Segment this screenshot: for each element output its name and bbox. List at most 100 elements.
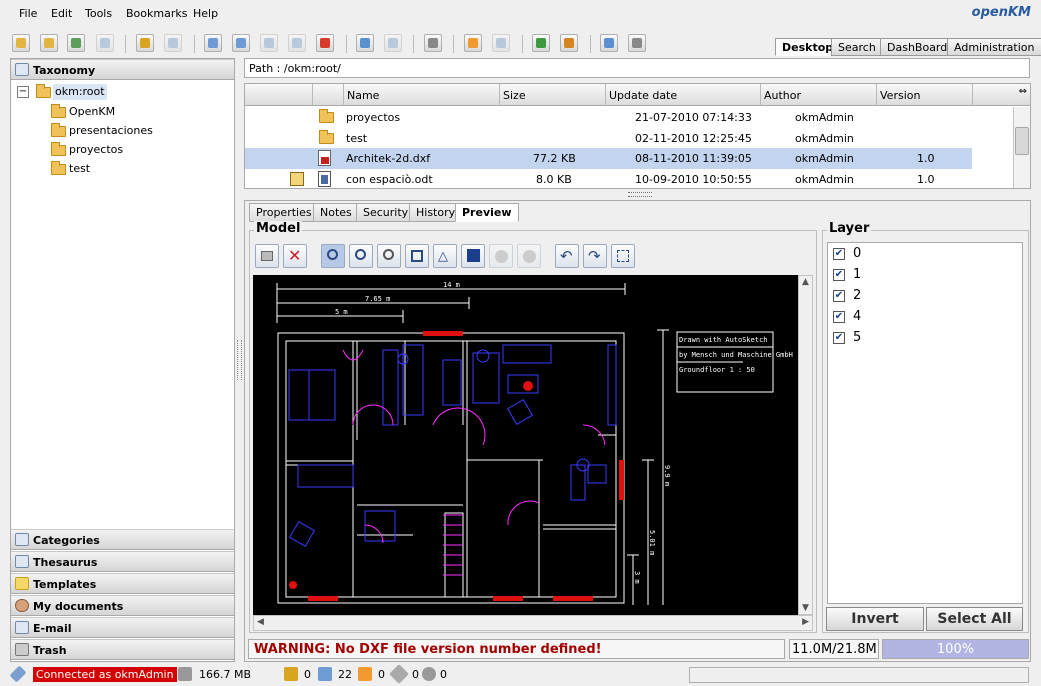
tab-search[interactable]: Search — [831, 38, 883, 56]
taxonomy-header[interactable]: Taxonomy — [11, 59, 234, 80]
refresh-icon[interactable] — [532, 34, 550, 52]
collapse-toggle-icon[interactable]: − — [17, 86, 29, 98]
zoom-window-icon[interactable] — [377, 244, 401, 268]
trash-label: Trash — [33, 644, 67, 657]
home-view-icon[interactable] — [461, 244, 485, 268]
scroll-thumb[interactable] — [1015, 127, 1029, 155]
select-all-button[interactable]: Select All — [926, 607, 1023, 631]
preview-horizontal-scrollbar[interactable]: ◀ ▶ — [253, 615, 813, 631]
remove-subscription-icon[interactable] — [492, 34, 510, 52]
column-header-name[interactable]: Name — [344, 84, 500, 106]
tree-root[interactable]: okm:root — [53, 84, 107, 100]
tab-preview[interactable]: Preview — [455, 203, 519, 222]
templates-header[interactable]: Templates — [11, 573, 234, 594]
dxf-preview-canvas[interactable]: 14 m 7.65 m 5 m Drawn with AutoSketch by… — [253, 275, 798, 615]
print-icon[interactable] — [255, 244, 279, 268]
invert-button[interactable]: Invert — [826, 607, 924, 631]
my-documents-header[interactable]: My documents — [11, 595, 234, 616]
zoom-previous-icon[interactable]: △ — [433, 244, 457, 268]
taxonomy-icon — [15, 63, 29, 76]
column-header-blank2[interactable] — [313, 84, 344, 106]
table-scrollbar[interactable] — [1013, 107, 1030, 188]
status-message-area — [689, 667, 1029, 683]
subscription-icon[interactable] — [358, 667, 372, 681]
trash-header[interactable]: Trash — [11, 639, 234, 660]
tree-item-presentaciones[interactable]: presentaciones — [69, 123, 153, 139]
unlock-icon[interactable] — [164, 34, 182, 52]
table-row[interactable]: con espaciò.odt 8.0 KB 10-09-2010 10:50:… — [245, 169, 972, 188]
scroll-right-icon[interactable]: ▶ — [802, 617, 809, 627]
zoom-extents-icon[interactable] — [405, 244, 429, 268]
menu-edit[interactable]: Edit — [51, 7, 72, 20]
column-header-author[interactable]: Author — [761, 84, 877, 106]
email-header[interactable]: E-mail — [11, 617, 234, 638]
workflow-icon[interactable] — [424, 34, 442, 52]
splitter-handle[interactable] — [237, 340, 242, 380]
checkbox-checked-icon[interactable]: ✔ — [833, 332, 845, 344]
tab-administration[interactable]: Administration — [947, 38, 1041, 56]
table-row[interactable]: proyectos 21-07-2010 07:14:33 okmAdmin — [245, 107, 972, 128]
path-field[interactable]: Path : /okm:root/ — [244, 58, 1030, 78]
preview-vertical-scrollbar[interactable]: ▲ ▼ — [798, 275, 813, 615]
tab-properties[interactable]: Properties — [249, 203, 319, 222]
lock-icon[interactable] — [284, 667, 298, 681]
scanner-icon[interactable] — [600, 34, 618, 52]
menu-bookmarks[interactable]: Bookmarks — [126, 7, 187, 20]
tab-security[interactable]: Security — [356, 203, 416, 222]
checkbox-checked-icon[interactable]: ✔ — [833, 290, 845, 302]
zoom-in-icon[interactable] — [321, 244, 345, 268]
fit-icon[interactable] — [611, 244, 635, 268]
menu-bar: File Edit Tools Bookmarks Help openKM — [0, 0, 1041, 26]
close-icon[interactable]: ✕ — [283, 244, 307, 268]
column-header-size[interactable]: Size — [500, 84, 606, 106]
column-header-blank1[interactable] — [245, 84, 313, 106]
checkbox-checked-icon[interactable]: ✔ — [833, 248, 845, 260]
model-legend: Model — [254, 221, 303, 236]
toolbar-separator — [522, 35, 523, 53]
zoom-out-icon[interactable] — [349, 244, 373, 268]
checkin-icon[interactable] — [260, 34, 278, 52]
thesaurus-label: Thesaurus — [33, 556, 98, 569]
tree-item-test[interactable]: test — [69, 161, 90, 177]
uploader-icon[interactable] — [628, 34, 646, 52]
categories-header[interactable]: Categories — [11, 529, 234, 550]
tree-item-proyectos[interactable]: proyectos — [69, 142, 123, 158]
home-icon[interactable] — [560, 34, 578, 52]
tab-notes[interactable]: Notes — [313, 203, 359, 222]
rotate-left-icon[interactable]: ↶ — [555, 244, 579, 268]
lock-icon[interactable] — [136, 34, 154, 52]
find-folder-icon[interactable] — [40, 34, 58, 52]
checkbox-checked-icon[interactable]: ✔ — [833, 311, 845, 323]
remove-property-group-icon[interactable] — [384, 34, 402, 52]
find-document-icon[interactable] — [67, 34, 85, 52]
table-row-selected[interactable]: Architek-2d.dxf 77.2 KB 08-11-2010 11:39… — [245, 148, 972, 169]
row-date: 02-11-2010 12:25:45 — [635, 132, 752, 145]
add-subscription-icon[interactable] — [464, 34, 482, 52]
cancel-checkout-icon[interactable] — [288, 34, 306, 52]
column-header-version[interactable]: Version — [877, 84, 973, 106]
add-document-icon[interactable] — [204, 34, 222, 52]
table-row[interactable]: test 02-11-2010 12:25:45 okmAdmin — [245, 128, 972, 149]
add-property-group-icon[interactable] — [356, 34, 374, 52]
menu-tools[interactable]: Tools — [85, 7, 112, 20]
thesaurus-header[interactable]: Thesaurus — [11, 551, 234, 572]
menu-help[interactable]: Help — [193, 7, 218, 20]
column-resize-icon[interactable]: ⇔ — [973, 84, 1030, 106]
tree-item-openkm[interactable]: OpenKM — [69, 104, 115, 120]
scroll-up-icon[interactable]: ▲ — [802, 277, 809, 287]
toolbar-separator — [194, 35, 195, 53]
tab-dashboard[interactable]: DashBoard — [880, 38, 955, 56]
create-folder-icon[interactable] — [12, 34, 30, 52]
splitter-handle-horizontal[interactable] — [628, 192, 652, 197]
find-similar-icon[interactable] — [96, 34, 114, 52]
column-header-update-date[interactable]: Update date — [606, 84, 761, 106]
menu-file[interactable]: File — [19, 7, 37, 20]
checkout-icon[interactable] — [318, 667, 332, 681]
checkbox-checked-icon[interactable]: ✔ — [833, 269, 845, 281]
edit-icon[interactable] — [232, 34, 250, 52]
delete-icon[interactable] — [316, 34, 334, 52]
scroll-left-icon[interactable]: ◀ — [257, 617, 264, 627]
scroll-down-icon[interactable]: ▼ — [802, 603, 809, 613]
rotate-right-icon[interactable]: ↷ — [583, 244, 607, 268]
workflow-icon[interactable] — [422, 667, 436, 681]
